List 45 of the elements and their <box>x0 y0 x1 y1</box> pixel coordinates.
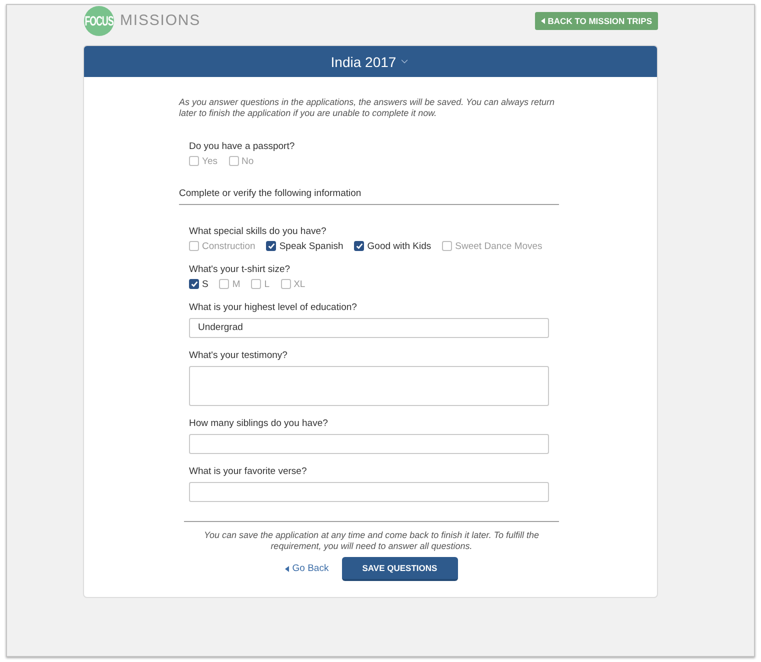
option-label[interactable]: Sweet Dance Moves <box>455 240 542 252</box>
text-field[interactable]: Undergrad <box>189 318 549 338</box>
checkbox[interactable] <box>442 241 452 251</box>
checkbox[interactable] <box>228 156 238 166</box>
option-label[interactable]: Good with Kids <box>367 240 432 252</box>
caret-left-icon <box>540 18 545 24</box>
logo-wordmark: MISSIONS <box>120 13 201 29</box>
go-back-link[interactable]: Go Back <box>285 562 329 576</box>
question-label: What's your t-shirt size? <box>189 264 292 275</box>
save-questions-button[interactable]: SAVE QUESTIONS <box>342 557 458 581</box>
checkbox[interactable] <box>280 279 291 289</box>
option-label[interactable]: M <box>232 278 240 290</box>
check-icon <box>190 281 198 287</box>
footer-note: You can save the application at any time and come back to finish it later. To fulfill the requirement, you will need to answer all questions. <box>202 530 540 552</box>
back-to-trips-button[interactable]: BACK TO MISSION TRIPS <box>534 12 658 30</box>
option-label[interactable]: Construction <box>202 240 256 252</box>
option-label[interactable]: Speak Spanish <box>279 240 344 252</box>
checkbox[interactable] <box>266 241 276 251</box>
checkbox[interactable] <box>189 156 199 166</box>
caret-left-icon <box>285 566 290 572</box>
question-label: What is your highest level of education? <box>189 302 358 313</box>
option-label[interactable]: XL <box>294 278 306 290</box>
checkbox[interactable] <box>354 241 364 251</box>
checkbox[interactable] <box>251 279 262 289</box>
question-label: What special skills do you have? <box>189 226 328 237</box>
trip-title-dropdown[interactable]: India 2017 <box>330 54 410 70</box>
text-area[interactable] <box>189 366 549 406</box>
checkbox[interactable] <box>189 241 199 251</box>
question-label: What is your favorite verse? <box>189 466 308 477</box>
option-label[interactable]: L <box>264 278 270 290</box>
intro-text: As you answer questions in the applications, the answers will be saved. You can always return later to finish the application if you are unable to complete it now. <box>179 97 556 119</box>
question-label: Do you have a passport? <box>189 141 296 152</box>
check-icon <box>356 243 363 249</box>
logo-badge: FOCUS <box>84 6 114 36</box>
option-label[interactable]: Yes <box>202 156 218 166</box>
text-field[interactable] <box>189 482 549 502</box>
question-label: What's your testimony? <box>189 350 288 361</box>
option-label[interactable]: S <box>202 278 208 290</box>
option-label[interactable]: No <box>242 156 254 166</box>
text-field[interactable] <box>189 434 549 454</box>
question-label: How many siblings do you have? <box>189 418 329 429</box>
checkbox[interactable] <box>189 279 199 289</box>
section-heading: Complete or verify the following information <box>179 188 362 199</box>
checkbox[interactable] <box>219 279 230 289</box>
check-icon <box>268 243 275 249</box>
